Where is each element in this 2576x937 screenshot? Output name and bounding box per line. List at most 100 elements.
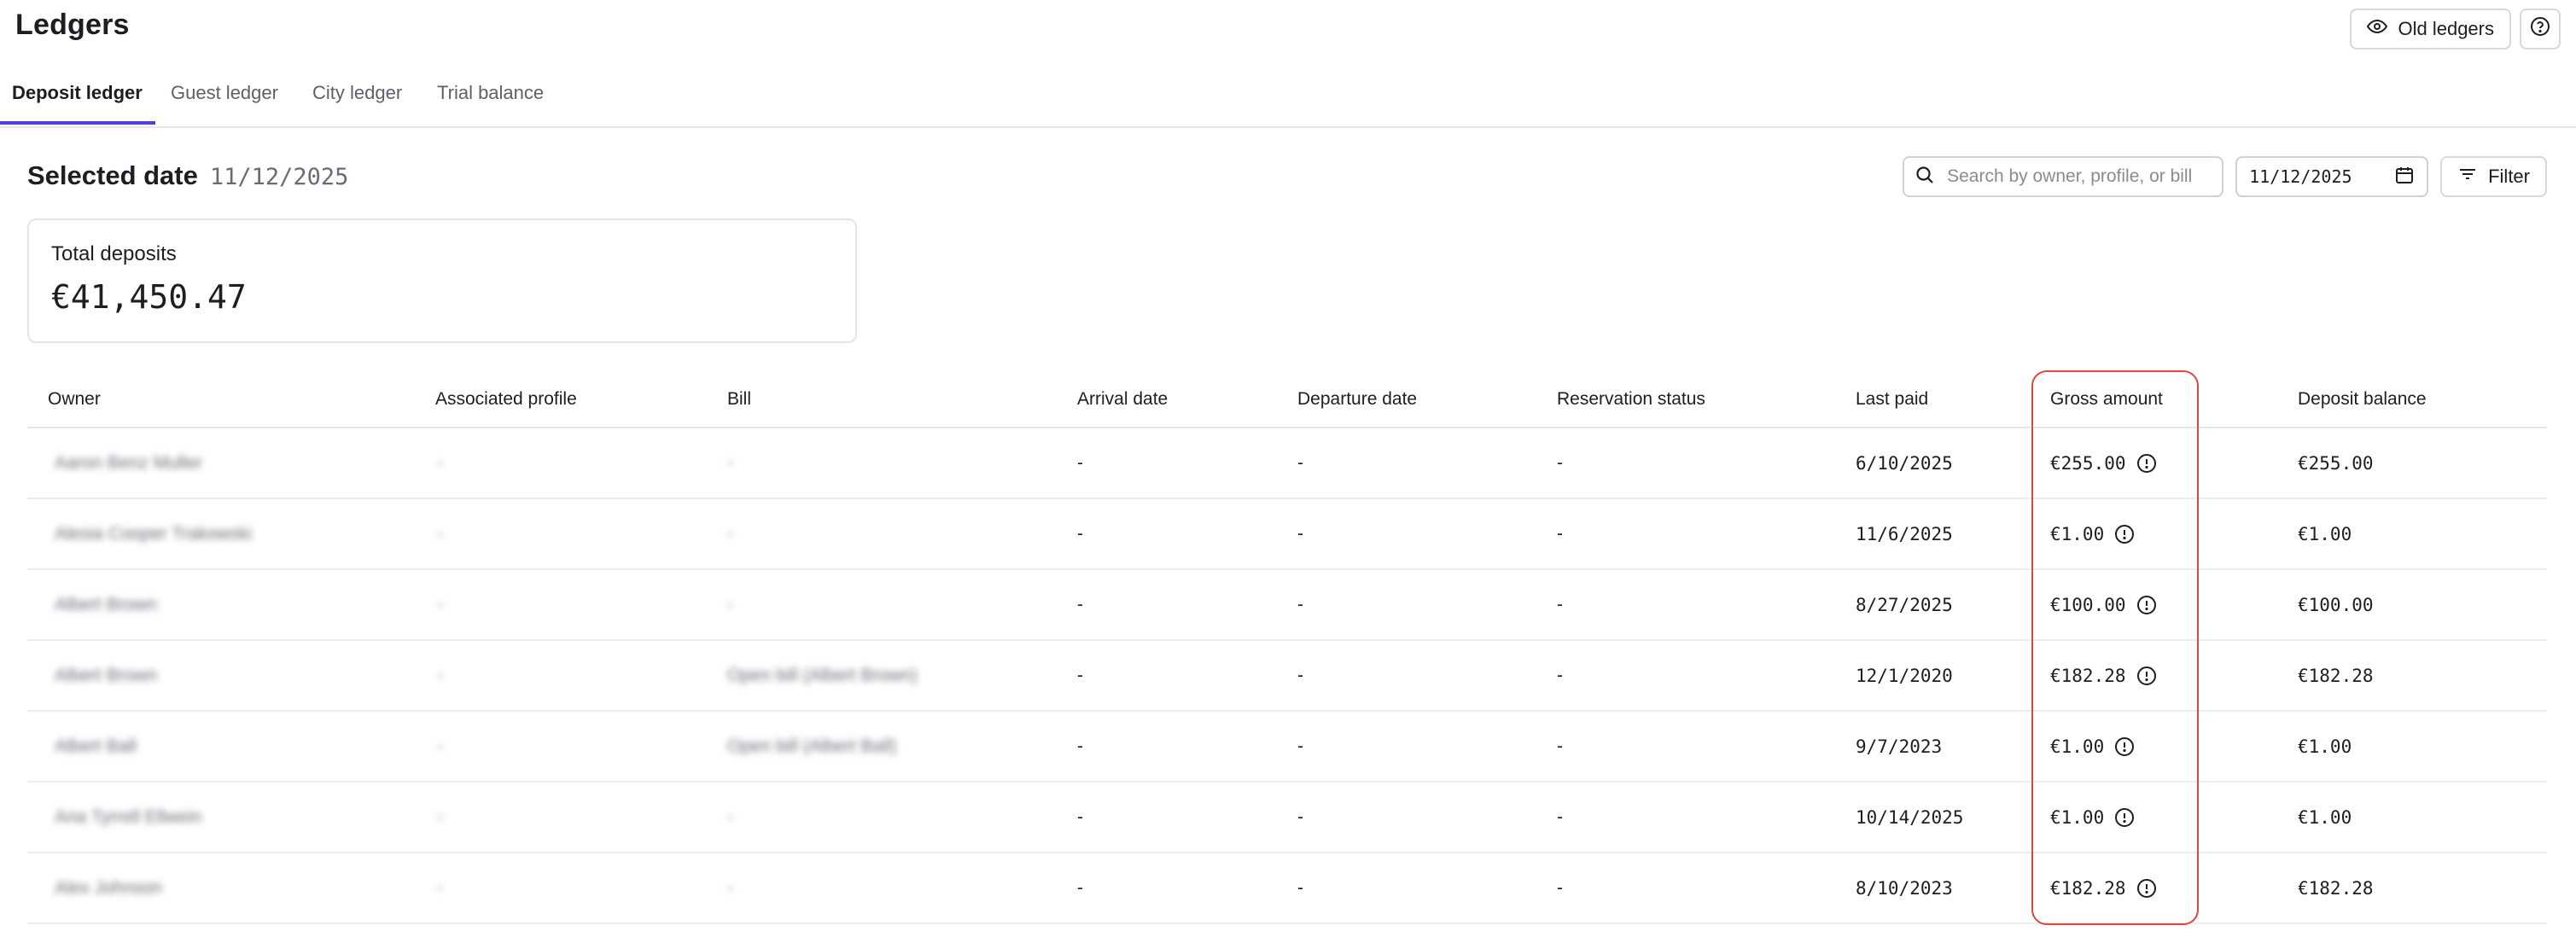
column-header-arrival-date[interactable]: Arrival date xyxy=(1077,389,1168,410)
associated-profile-cell: - xyxy=(437,736,443,756)
departure-date-cell: - xyxy=(1297,523,1303,544)
departure-date-cell: - xyxy=(1297,736,1303,756)
table-row[interactable]: Ana Tyrrell Ellwein - - - - - 10/14/2025… xyxy=(27,783,2547,853)
info-icon[interactable] xyxy=(2136,453,2157,474)
total-deposits-label: Total deposits xyxy=(51,242,177,265)
gross-amount-value: €182.28 xyxy=(2050,877,2126,899)
column-header-last-paid[interactable]: Last paid xyxy=(1856,389,1928,410)
owner-cell[interactable]: Alex Johnson xyxy=(55,853,162,922)
arrival-date-cell: - xyxy=(1077,594,1083,614)
owner-cell[interactable]: Aaron Benz Muller xyxy=(55,428,202,498)
arrival-date-cell: - xyxy=(1077,452,1083,473)
date-picker[interactable]: 11/12/2025 xyxy=(2235,156,2429,197)
arrival-date-cell: - xyxy=(1077,736,1083,756)
filter-icon xyxy=(2457,164,2478,189)
info-icon[interactable] xyxy=(2136,878,2157,899)
info-icon[interactable] xyxy=(2136,595,2157,615)
deposit-balance-cell: €182.28 xyxy=(2298,665,2374,686)
tab-trial-balance[interactable]: Trial balance xyxy=(437,82,544,121)
table-row[interactable]: Alex Johnson - - - - - 8/10/2023 €182.28… xyxy=(27,853,2547,924)
gross-amount-cell: €182.28 xyxy=(2050,641,2157,710)
table-row[interactable]: Alesia Cooper Trakowski - - - - - 11/6/2… xyxy=(27,499,2547,570)
gross-amount-cell: €100.00 xyxy=(2050,570,2157,639)
bill-cell[interactable]: Open bill (Albert Brown) xyxy=(727,641,918,710)
tab-city-ledger[interactable]: City ledger xyxy=(312,82,402,121)
bill-cell[interactable]: - xyxy=(727,570,733,639)
section-date: 11/12/2025 xyxy=(209,164,349,190)
search-input[interactable] xyxy=(1945,166,2212,188)
reservation-status-cell: - xyxy=(1557,736,1563,756)
arrival-date-cell: - xyxy=(1077,806,1083,827)
selected-date-heading: Selected date 11/12/2025 xyxy=(27,160,348,191)
info-icon[interactable] xyxy=(2136,666,2157,686)
total-deposits-value: €41,450.47 xyxy=(51,278,247,316)
deposit-balance-cell: €1.00 xyxy=(2298,736,2352,757)
departure-date-cell: - xyxy=(1297,806,1303,827)
gross-amount-cell: €1.00 xyxy=(2050,783,2135,852)
last-paid-cell: 10/14/2025 xyxy=(1856,806,1964,828)
associated-profile-cell: - xyxy=(437,594,443,614)
column-header-gross-amount[interactable]: Gross amount xyxy=(2050,389,2163,410)
last-paid-cell: 12/1/2020 xyxy=(1856,665,1953,686)
filter-button[interactable]: Filter xyxy=(2440,156,2547,197)
gross-amount-cell: €182.28 xyxy=(2050,853,2157,922)
column-header-deposit-balance[interactable]: Deposit balance xyxy=(2298,389,2427,410)
table-row[interactable]: Albert Brown - Open bill (Albert Brown) … xyxy=(27,641,2547,712)
column-header-reservation-status[interactable]: Reservation status xyxy=(1557,389,1705,410)
total-deposits-card: Total deposits €41,450.47 xyxy=(27,218,857,343)
departure-date-cell: - xyxy=(1297,877,1303,898)
owner-cell[interactable]: Albert Brown xyxy=(55,641,157,710)
calendar-icon[interactable] xyxy=(2394,165,2415,189)
bill-cell[interactable]: - xyxy=(727,783,733,852)
departure-date-cell: - xyxy=(1297,452,1303,473)
ledger-tabs: Deposit ledger Guest ledger City ledger … xyxy=(0,63,2576,128)
search-field[interactable] xyxy=(1903,156,2224,197)
departure-date-cell: - xyxy=(1297,665,1303,685)
bill-cell[interactable]: Open bill (Albert Ball) xyxy=(727,712,896,781)
owner-cell[interactable]: Albert Ball xyxy=(55,712,137,781)
column-header-bill[interactable]: Bill xyxy=(727,389,751,410)
arrival-date-cell: - xyxy=(1077,665,1083,685)
deposit-balance-cell: €100.00 xyxy=(2298,594,2374,615)
owner-cell[interactable]: Ana Tyrrell Ellwein xyxy=(55,783,201,852)
associated-profile-cell: - xyxy=(437,877,443,898)
last-paid-cell: 6/10/2025 xyxy=(1856,452,1953,474)
table-header: Owner Associated profile Bill Arrival da… xyxy=(27,372,2547,428)
reservation-status-cell: - xyxy=(1557,665,1563,685)
reservation-status-cell: - xyxy=(1557,806,1563,827)
arrival-date-cell: - xyxy=(1077,523,1083,544)
reservation-status-cell: - xyxy=(1557,452,1563,473)
filter-label: Filter xyxy=(2488,166,2530,187)
info-icon[interactable] xyxy=(2114,807,2135,828)
old-ledgers-button[interactable]: Old ledgers xyxy=(2350,9,2511,49)
date-picker-value: 11/12/2025 xyxy=(2249,166,2352,187)
help-button[interactable] xyxy=(2520,9,2561,49)
active-tab-indicator xyxy=(0,121,155,125)
tab-deposit-ledger[interactable]: Deposit ledger xyxy=(12,82,143,121)
gross-amount-value: €1.00 xyxy=(2050,736,2105,757)
last-paid-cell: 8/10/2023 xyxy=(1856,877,1953,899)
page-title: Ledgers xyxy=(15,9,130,41)
owner-cell[interactable]: Albert Brown xyxy=(55,570,157,639)
info-icon[interactable] xyxy=(2114,524,2135,544)
tab-guest-ledger[interactable]: Guest ledger xyxy=(171,82,278,121)
owner-cell[interactable]: Alesia Cooper Trakowski xyxy=(55,499,252,568)
column-header-associated-profile[interactable]: Associated profile xyxy=(435,389,577,410)
associated-profile-cell: - xyxy=(437,665,443,685)
associated-profile-cell: - xyxy=(437,523,443,544)
info-icon[interactable] xyxy=(2114,736,2135,757)
gross-amount-cell: €1.00 xyxy=(2050,712,2135,781)
column-header-departure-date[interactable]: Departure date xyxy=(1297,389,1417,410)
header-actions: Old ledgers xyxy=(2350,9,2561,49)
arrival-date-cell: - xyxy=(1077,877,1083,898)
associated-profile-cell: - xyxy=(437,806,443,827)
old-ledgers-label: Old ledgers xyxy=(2398,18,2494,39)
bill-cell[interactable]: - xyxy=(727,428,733,498)
column-header-owner[interactable]: Owner xyxy=(48,389,101,410)
bill-cell[interactable]: - xyxy=(727,499,733,568)
bill-cell[interactable]: - xyxy=(727,853,733,922)
table-row[interactable]: Albert Brown - - - - - 8/27/2025 €100.00… xyxy=(27,570,2547,641)
table-row[interactable]: Aaron Benz Muller - - - - - 6/10/2025 €2… xyxy=(27,428,2547,499)
table-row[interactable]: Albert Ball - Open bill (Albert Ball) - … xyxy=(27,712,2547,783)
table-body: Aaron Benz Muller - - - - - 6/10/2025 €2… xyxy=(27,428,2547,924)
